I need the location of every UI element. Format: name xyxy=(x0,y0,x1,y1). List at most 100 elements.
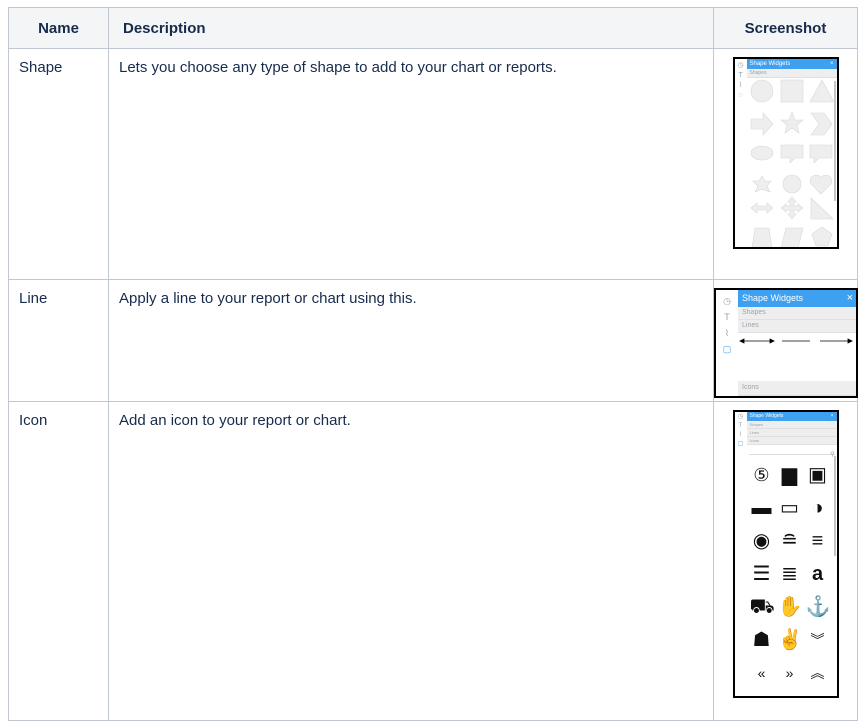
widget-title-bar: Shape Widgets × xyxy=(738,290,856,307)
angle-double-right-icon: » xyxy=(785,664,794,681)
icons-grid: ⑤ ▆ ▣ ▬ ▭ ◑ ◉ ≘ ≡ ☰ ≣ a ⛟ ✋ ⚓ ☗ ✌ ︾ « » … xyxy=(747,458,833,689)
widget-title-bar: Shape Widgets × xyxy=(746,412,837,421)
row-screenshot: ◷ T ⌇ ▢ Shape Widgets × Shapes Lines Ico… xyxy=(713,279,858,402)
adjust-icon: ◑ xyxy=(811,496,824,519)
android-icon: ☗ xyxy=(752,628,771,651)
chevron-shape xyxy=(809,112,832,136)
icon-row: ⛟ ✋ ⚓ xyxy=(747,590,833,623)
close-icon: × xyxy=(829,61,834,67)
gear-shape xyxy=(782,174,801,194)
table-row: Shape Lets you choose any type of shape … xyxy=(8,48,858,280)
shape-icon: ▢ xyxy=(722,344,732,354)
arrow-shape xyxy=(750,112,773,136)
align-left-icon: ☰ xyxy=(752,562,771,585)
row-screenshot: ◷ T ⌇ ◌ Shape Widgets × Shapes xyxy=(713,48,858,280)
icon-row: ▬ ▭ ◑ xyxy=(747,491,833,524)
close-icon: × xyxy=(830,413,834,419)
right-triangle-shape xyxy=(810,197,834,220)
ellipse-shape xyxy=(750,145,773,161)
widget-title: Shape Widgets xyxy=(749,413,784,419)
description-column-header: Description xyxy=(108,7,714,49)
screenshot-column-header: Screenshot xyxy=(713,7,858,49)
chart-icon: ⌇ xyxy=(739,432,742,438)
anchor-icon: ⚓ xyxy=(805,595,831,618)
icon-row: ◉ ≘ ≡ xyxy=(747,524,833,557)
line-widgets-screenshot: ◷ T ⌇ ▢ Shape Widgets × Shapes Lines Ico… xyxy=(714,288,858,398)
table-row: Icon Add an icon to your report or chart… xyxy=(8,401,858,721)
icon-widgets-screenshot: ◷ T ⌇ ▢ Shape Widgets × Shapes Lines Ico… xyxy=(732,410,839,698)
clock-icon: ◷ xyxy=(737,62,744,69)
table-row: Line Apply a line to your report or char… xyxy=(8,279,858,402)
lines-section: Lines xyxy=(738,320,856,333)
seal-shape xyxy=(751,175,772,193)
row-name: Line xyxy=(8,279,109,402)
align-justify-icon: ≡ xyxy=(811,529,824,552)
500px-icon: ⑤ xyxy=(753,464,770,485)
widget-title: Shape Widgets xyxy=(742,293,804,303)
widget-rail: ◷ T ⌇ ▢ xyxy=(716,290,738,396)
widget-title: Shape Widgets xyxy=(749,61,791,67)
lines-options xyxy=(739,338,853,344)
widget-rail: ◷ T ⌇ ◌ xyxy=(734,59,747,247)
shapes-section: Shapes xyxy=(738,307,856,320)
triangle-shape xyxy=(808,79,835,103)
scrollbar xyxy=(833,81,836,201)
chart-icon: ⌇ xyxy=(738,82,743,89)
star-shape xyxy=(779,111,804,134)
address-book-o-icon: ▣ xyxy=(808,463,827,486)
shapes-grid xyxy=(750,79,835,247)
scrollbar xyxy=(833,456,836,556)
row-description: Apply a line to your report or chart usi… xyxy=(108,279,714,402)
text-icon: T xyxy=(724,312,730,322)
chart-icon: ⌇ xyxy=(724,328,730,338)
text-icon: T xyxy=(738,423,743,429)
close-icon: × xyxy=(846,292,853,304)
address-card-o-icon: ▭ xyxy=(780,496,799,519)
icons-section: Icons xyxy=(738,381,856,396)
trapezoid-shape xyxy=(751,227,772,247)
row-screenshot: ◷ T ⌇ ▢ Shape Widgets × Shapes Lines Ico… xyxy=(713,401,858,721)
amazon-icon: a xyxy=(811,562,824,585)
align-center-icon: ≘ xyxy=(781,529,798,552)
circle-shape xyxy=(750,79,773,103)
icons-section: Icons xyxy=(746,437,837,445)
double-arrow-shape xyxy=(750,202,773,214)
address-book-icon: ▆ xyxy=(781,463,798,486)
shapes-section: Shapes xyxy=(746,69,837,78)
shape-icon: ◌ xyxy=(738,92,743,99)
lines-section: Lines xyxy=(746,429,837,437)
text-icon: T xyxy=(738,72,743,79)
name-column-header: Name xyxy=(8,7,109,49)
address-card-icon: ▬ xyxy=(751,496,772,519)
table-header-row: Name Description Screenshot xyxy=(8,7,858,49)
angellist-icon: ✌ xyxy=(777,628,803,651)
cross-arrow-shape xyxy=(780,196,803,220)
row-name: Shape xyxy=(8,48,109,280)
row-description: Add an icon to your report or chart. xyxy=(108,401,714,721)
shape-widgets-screenshot: ◷ T ⌇ ◌ Shape Widgets × Shapes xyxy=(732,57,839,249)
american-sign-language-icon: ✋ xyxy=(777,595,803,618)
shape-icon: ▢ xyxy=(737,441,744,447)
widgets-table: Name Description Screenshot Shape Lets y… xyxy=(8,7,858,721)
pentagon-shape xyxy=(811,226,832,247)
icon-row: ☗ ✌ ︾ xyxy=(747,623,833,656)
icon-row: ☰ ≣ a xyxy=(747,557,833,590)
square-shape xyxy=(780,79,803,103)
angle-double-up-icon: ︽ xyxy=(810,664,825,681)
angle-double-down-icon: ︾ xyxy=(810,631,825,648)
callout-shape xyxy=(780,144,803,164)
row-name: Icon xyxy=(8,401,109,721)
clock-icon: ◷ xyxy=(723,296,731,306)
parallelogram-shape xyxy=(780,227,803,247)
angle-double-left-icon: « xyxy=(757,664,766,681)
ambulance-icon: ⛟ xyxy=(749,595,775,618)
widget-title-bar: Shape Widgets × xyxy=(746,59,837,69)
icon-row: ⑤ ▆ ▣ xyxy=(747,458,833,491)
row-description: Lets you choose any type of shape to add… xyxy=(108,48,714,280)
icon-search-input: ⚲ xyxy=(748,446,835,458)
icon-row: « » ︽ xyxy=(747,656,833,689)
widget-rail: ◷ T ⌇ ▢ xyxy=(734,412,747,696)
heart-shape xyxy=(809,174,832,195)
adn-icon: ◉ xyxy=(752,529,771,552)
align-right-icon: ≣ xyxy=(781,562,798,585)
